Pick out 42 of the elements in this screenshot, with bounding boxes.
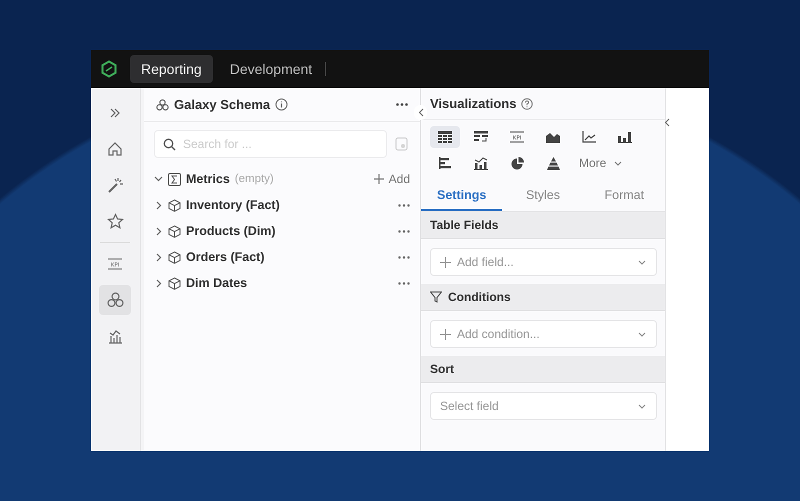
chevron-right-icon[interactable] xyxy=(154,226,163,236)
logo-icon xyxy=(100,60,118,78)
schema-icon[interactable] xyxy=(99,285,131,315)
select-field[interactable]: Add condition... xyxy=(430,320,657,348)
search-icon xyxy=(163,138,176,151)
collapse-icon[interactable] xyxy=(414,105,427,120)
nav-tab[interactable]: Reporting xyxy=(130,55,213,83)
tree-item[interactable]: Orders (Fact) xyxy=(186,250,264,264)
select-field[interactable]: Add field... xyxy=(430,248,657,276)
schema-icon xyxy=(156,98,169,110)
chevron-down-icon[interactable] xyxy=(638,404,646,409)
nav-tab[interactable]: Development xyxy=(218,55,324,83)
cube-icon xyxy=(168,250,181,264)
section-title: Sort xyxy=(430,362,454,376)
tree-item[interactable]: Dim Dates xyxy=(186,276,248,290)
add-button[interactable]: Add xyxy=(374,170,410,188)
sigma-icon xyxy=(168,172,181,186)
chevron-down-icon[interactable] xyxy=(638,332,646,337)
filter-icon xyxy=(430,291,442,303)
caret-icon xyxy=(614,161,622,166)
chevron-right-icon[interactable] xyxy=(154,200,163,210)
panel-title: Galaxy Schema xyxy=(174,97,270,112)
info-icon[interactable] xyxy=(275,98,288,111)
select-field[interactable]: Select field xyxy=(430,392,657,420)
table-icon[interactable] xyxy=(430,126,460,148)
panel-title: Visualizations xyxy=(430,96,516,111)
chevron-down-icon[interactable] xyxy=(638,260,646,265)
section-title: Conditions xyxy=(448,290,511,304)
tree-item[interactable]: Inventory (Fact) xyxy=(186,198,280,212)
cube-icon xyxy=(168,198,181,212)
chevron-down-icon[interactable] xyxy=(154,176,163,182)
more-dropdown[interactable]: More xyxy=(574,152,646,174)
tree-item[interactable]: Products (Dim) xyxy=(186,224,276,238)
help-icon[interactable] xyxy=(521,98,534,110)
item-note: (empty) xyxy=(234,173,274,185)
plus-icon xyxy=(374,174,384,184)
cube-icon xyxy=(168,224,181,238)
section-title: Table Fields xyxy=(430,218,498,232)
chevron-right-icon[interactable] xyxy=(154,278,163,288)
cube-icon xyxy=(168,276,181,290)
tree-item[interactable]: Metrics xyxy=(186,172,230,186)
chevron-right-icon[interactable] xyxy=(154,252,163,262)
